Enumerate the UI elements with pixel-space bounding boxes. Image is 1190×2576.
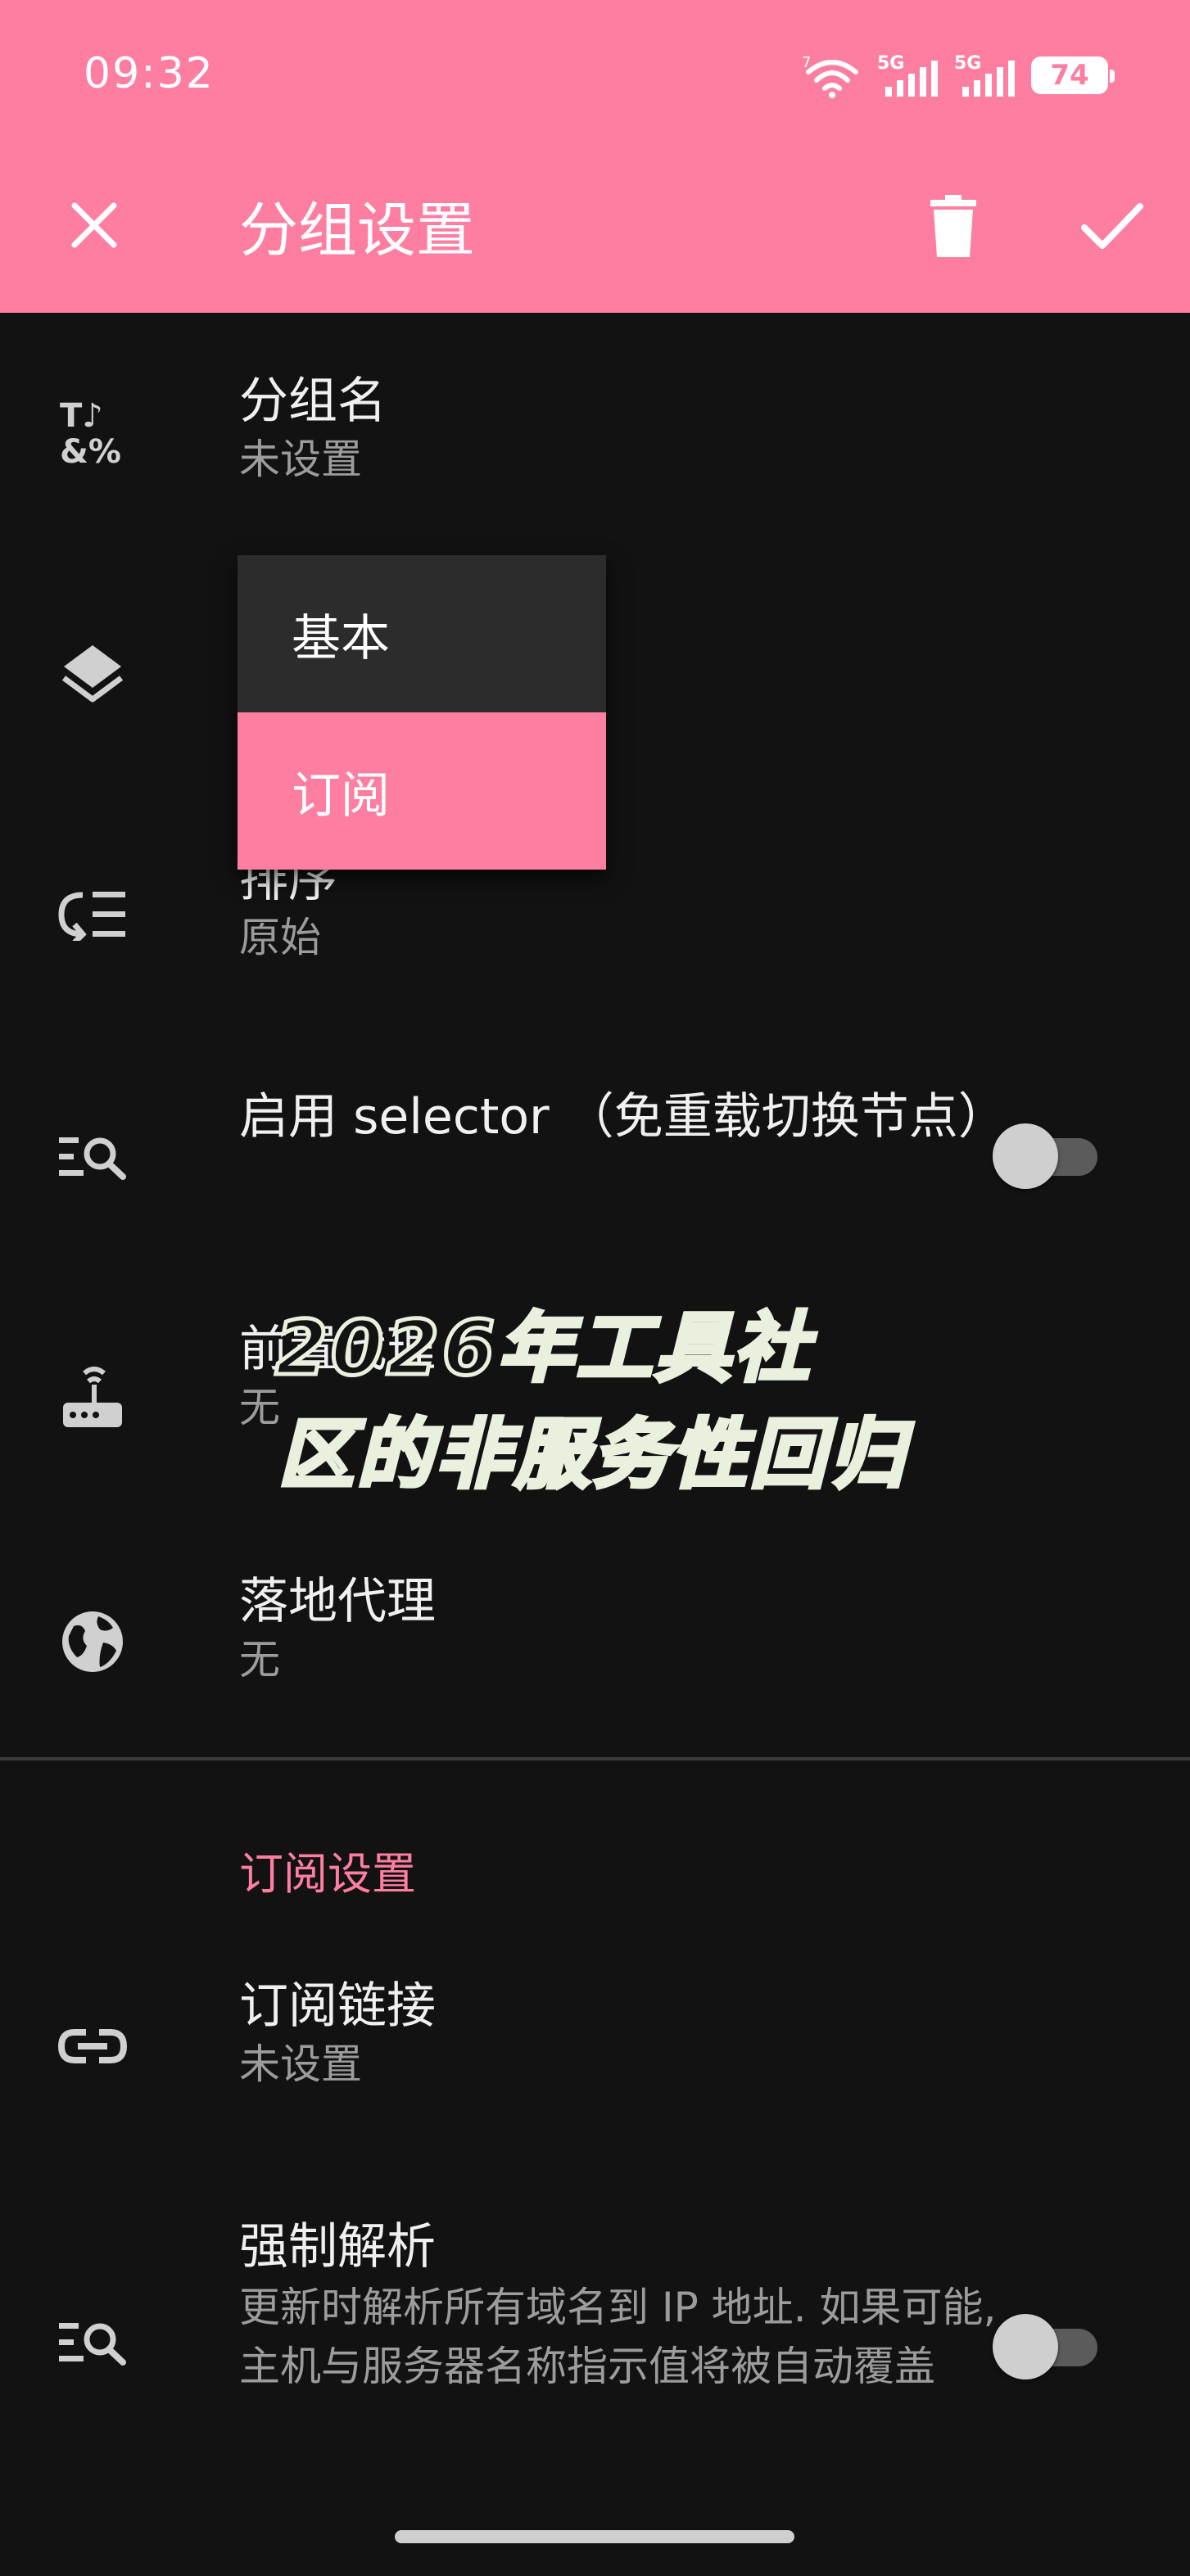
- setting-group-name[interactable]: T♪ &% 分组名 未设置: [0, 360, 1190, 499]
- check-icon: [1081, 203, 1143, 249]
- link-icon: [56, 2009, 129, 2083]
- setting-title: 强制解析: [239, 2218, 436, 2275]
- layers-icon: [56, 635, 129, 709]
- trash-icon: [930, 195, 976, 257]
- section-divider: [0, 1757, 1190, 1760]
- list-search-icon: [56, 1120, 129, 1194]
- wifi-icon: 7: [802, 54, 858, 98]
- watermark-line-2: 区的非服务性回归: [277, 1409, 908, 1501]
- setting-force-resolve[interactable]: 强制解析 更新时解析所有域名到 IP 地址. 如果可能, 主机与服务器名称指示值…: [0, 2216, 1190, 2478]
- watermark-line-1: 2026年工具社: [274, 1303, 813, 1394]
- subscription-section-header: 订阅设置: [239, 1848, 416, 1900]
- page-title: 分组设置: [239, 196, 476, 264]
- toggle-thumb: [993, 1123, 1058, 1189]
- dropdown-option-basic[interactable]: 基本: [238, 555, 606, 712]
- globe-icon: [56, 1605, 129, 1679]
- home-indicator[interactable]: [395, 2530, 794, 2543]
- setting-selector[interactable]: 启用 selector （免重载切换节点）: [0, 1084, 1190, 1232]
- setting-sort[interactable]: 排序 原始: [0, 848, 1190, 996]
- status-icons: 7 5G 5G 74: [802, 52, 1115, 98]
- app-bar: 分组设置: [0, 147, 1190, 313]
- svg-text:T♪: T♪: [60, 397, 103, 435]
- signal-icon-2: 5G: [954, 53, 1015, 97]
- list-search-icon: [56, 2306, 129, 2379]
- close-icon: [71, 202, 117, 248]
- svg-text:&%: &%: [60, 433, 121, 466]
- selector-toggle[interactable]: [993, 1119, 1101, 1189]
- setting-title: 分组名: [239, 373, 387, 430]
- group-type-dropdown: 基本 订阅: [238, 555, 606, 870]
- setting-value: 未设置: [239, 436, 362, 483]
- signal-1-label: 5G: [877, 53, 904, 74]
- dropdown-option-subscription[interactable]: 订阅: [238, 712, 606, 870]
- force-resolve-toggle[interactable]: [993, 2309, 1101, 2379]
- setting-subscription-link[interactable]: 订阅链接 未设置: [0, 1973, 1190, 2121]
- close-button[interactable]: [57, 188, 131, 262]
- save-button[interactable]: [1073, 187, 1152, 265]
- watermark-text: 2026年工具社 区的非服务性回归: [274, 1295, 1012, 1508]
- setting-title: 启用 selector （免重载切换节点）: [239, 1088, 1007, 1146]
- status-time: 09:32: [84, 49, 215, 98]
- signal-2-label: 5G: [954, 53, 981, 74]
- sort-list-icon: [56, 878, 129, 951]
- setting-title: 落地代理: [239, 1573, 436, 1630]
- router-icon: [56, 1361, 129, 1435]
- setting-value: 无: [239, 1636, 280, 1683]
- setting-value: 原始: [239, 914, 321, 961]
- setting-title: 订阅链接: [239, 1977, 436, 2035]
- delete-button[interactable]: [914, 187, 993, 265]
- setting-landing-proxy[interactable]: 落地代理 无: [0, 1569, 1190, 1716]
- signal-icon-1: 5G: [877, 53, 938, 97]
- text-format-icon: T♪ &%: [56, 395, 129, 468]
- status-bar: 09:32 7 5G 5G 74: [0, 0, 1190, 147]
- setting-description: 更新时解析所有域名到 IP 地址. 如果可能, 主机与服务器名称指示值将被自动覆…: [239, 2284, 997, 2390]
- toggle-thumb: [993, 2314, 1058, 2379]
- setting-value: 未设置: [239, 2040, 362, 2088]
- battery-indicator: 74: [1031, 56, 1115, 94]
